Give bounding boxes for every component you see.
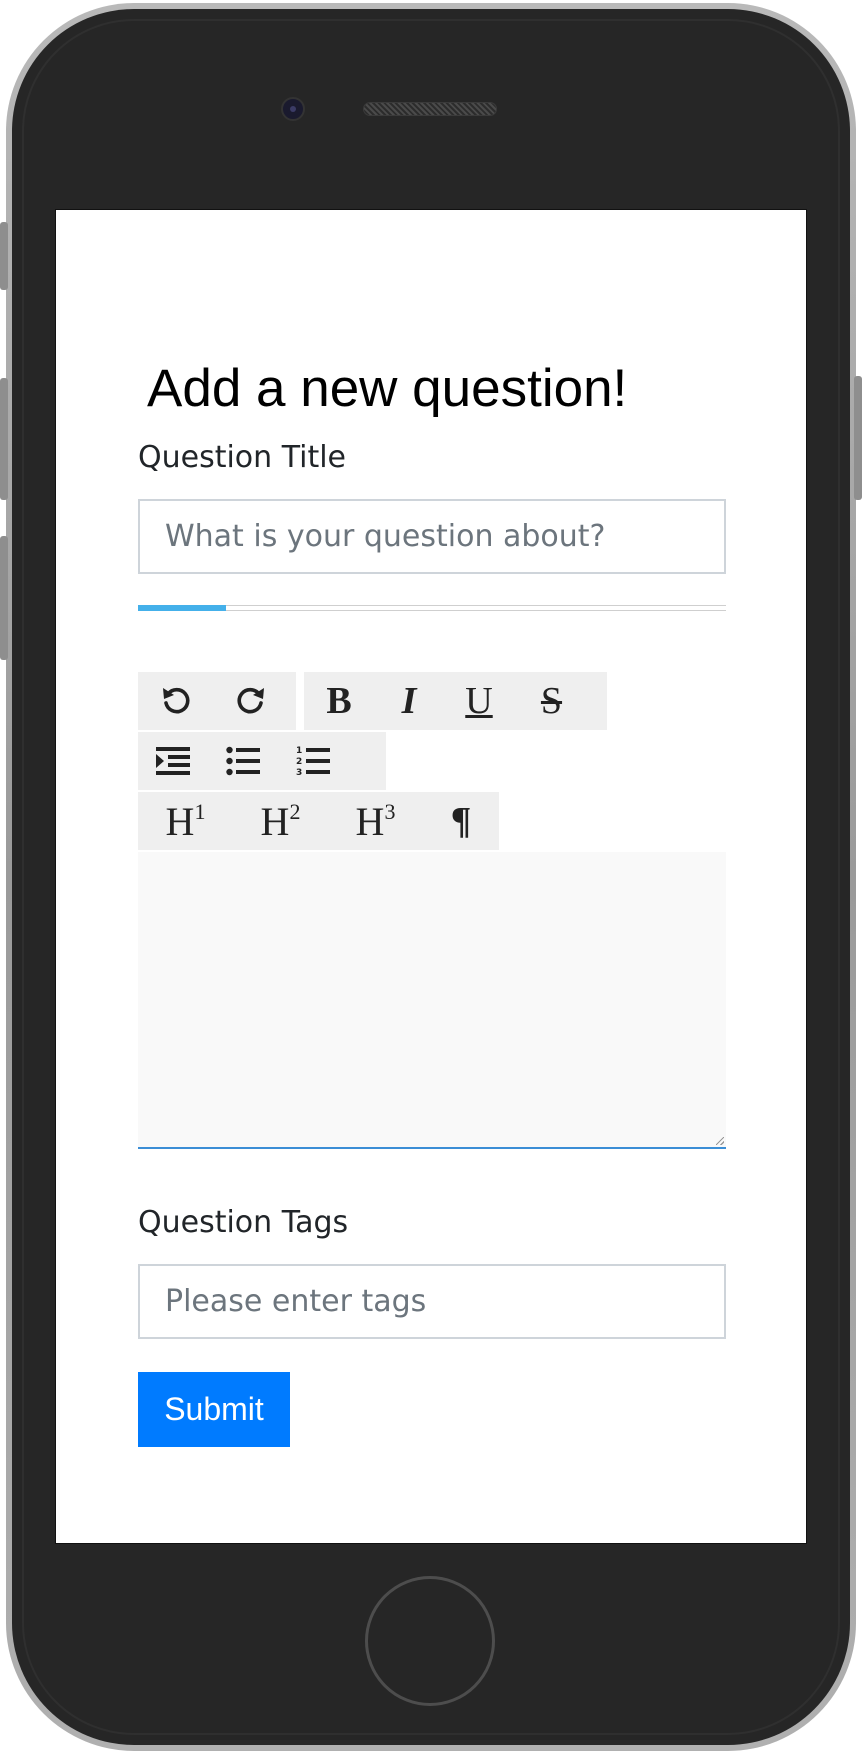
submit-button[interactable]: Submit <box>138 1372 290 1447</box>
indent-icon <box>156 747 190 775</box>
mute-switch <box>0 222 8 290</box>
title-progress-track <box>138 605 726 611</box>
phone-screen: Add a new question! Question Title What … <box>55 209 807 1544</box>
indent-button[interactable] <box>138 732 208 790</box>
history-group <box>138 672 296 730</box>
heading-2-button[interactable]: H2 <box>233 792 328 850</box>
title-progress-fill <box>138 605 226 611</box>
volume-up-button <box>0 378 8 500</box>
redo-button[interactable] <box>213 672 288 730</box>
italic-icon: I <box>401 680 417 722</box>
volume-down-button <box>0 536 8 660</box>
lists-group: 1 2 3 <box>138 732 386 790</box>
formatting-group: B I U S <box>304 672 607 730</box>
paragraph-button[interactable]: ¶ <box>423 792 499 850</box>
question-title-input[interactable] <box>138 499 726 574</box>
strikethrough-icon: S <box>540 680 563 722</box>
headings-group: H1 H2 H3 ¶ <box>138 792 499 850</box>
svg-text:2: 2 <box>296 757 302 767</box>
question-tags-label: Question Tags <box>138 1205 349 1240</box>
page-title: Add a new question! <box>147 359 628 418</box>
resize-grip-icon[interactable] <box>716 1137 724 1145</box>
paragraph-icon: ¶ <box>450 800 472 842</box>
heading-1-button[interactable]: H1 <box>138 792 233 850</box>
question-body-editor[interactable] <box>138 852 726 1149</box>
svg-text:1: 1 <box>296 746 302 756</box>
heading-1-icon: H1 <box>165 798 206 844</box>
svg-text:3: 3 <box>296 768 302 778</box>
heading-3-icon: H3 <box>355 798 396 844</box>
underline-icon: U <box>465 680 493 722</box>
home-button[interactable] <box>365 1576 495 1706</box>
numbered-list-icon: 1 2 3 <box>296 746 330 778</box>
bullet-list-button[interactable] <box>208 732 278 790</box>
power-button <box>854 376 862 500</box>
bold-icon: B <box>326 680 352 722</box>
question-title-label: Question Title <box>138 440 347 475</box>
bullet-list-icon <box>226 746 260 776</box>
redo-icon <box>236 687 264 714</box>
undo-button[interactable] <box>138 672 213 730</box>
heading-3-button[interactable]: H3 <box>328 792 423 850</box>
earpiece-speaker <box>363 102 497 116</box>
underline-button[interactable]: U <box>444 672 514 730</box>
italic-button[interactable]: I <box>374 672 444 730</box>
strikethrough-button[interactable]: S <box>514 672 589 730</box>
front-camera <box>281 97 305 121</box>
undo-icon <box>162 687 190 714</box>
numbered-list-button[interactable]: 1 2 3 <box>278 732 348 790</box>
heading-2-icon: H2 <box>260 798 301 844</box>
question-tags-input[interactable] <box>138 1264 726 1339</box>
bold-button[interactable]: B <box>304 672 374 730</box>
